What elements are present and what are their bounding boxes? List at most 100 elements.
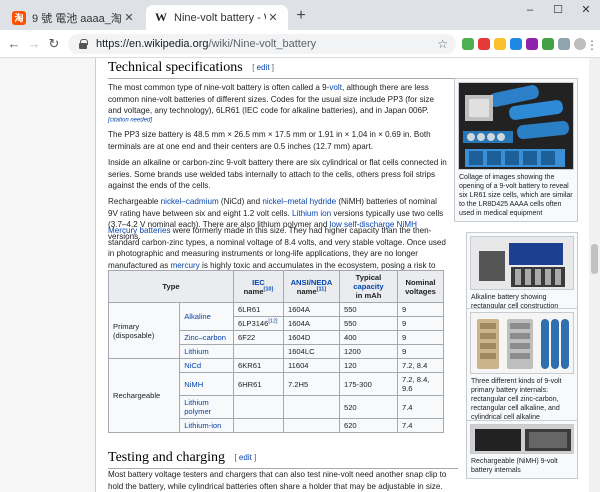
- tab-wikipedia[interactable]: W Nine-volt battery - Wikipedia ✕: [146, 5, 288, 30]
- back-icon[interactable]: ←: [6, 36, 22, 52]
- bookmark-star-icon[interactable]: ☆: [437, 37, 448, 51]
- text: Nominal: [405, 277, 436, 287]
- forward-icon[interactable]: →: [26, 36, 42, 52]
- chemistry-link[interactable]: NiCd: [179, 358, 234, 373]
- extension-icon[interactable]: [494, 38, 506, 50]
- new-tab-button[interactable]: +: [292, 7, 310, 25]
- voltage-cell: 9: [396, 344, 445, 359]
- tab-taobao[interactable]: 淘 9 號 電池 aaaa_淘宝搜索 ✕: [4, 5, 144, 30]
- capacity-cell: 175-300: [338, 372, 398, 396]
- capacity-link[interactable]: capacity: [353, 282, 383, 291]
- nimh-battery-image[interactable]: [470, 424, 574, 454]
- text: voltages: [405, 286, 436, 296]
- iec-cell: 6KR61: [232, 358, 284, 373]
- header-voltages: Nominal voltages: [396, 270, 445, 303]
- table-row: Rechargeable NiCd 6KR61 11604 120 7.2, 8…: [107, 358, 445, 433]
- text: The most common type of nine-volt batter…: [108, 83, 330, 92]
- table-header-row: Type IEC name[10] ANSI/NEDA name[11] Typic…: [108, 270, 445, 303]
- iec-cell: [232, 344, 284, 359]
- page-viewport: Technical specifications [ edit ] The mo…: [0, 58, 600, 492]
- text: name: [296, 286, 317, 296]
- chemistry-link[interactable]: NiMH: [179, 372, 234, 396]
- mercury-batteries-link[interactable]: Mercury batteries: [108, 226, 171, 235]
- section-heading: Testing and charging [ edit ]: [108, 450, 458, 469]
- minimize-button[interactable]: –: [516, 0, 544, 22]
- profile-avatar[interactable]: [574, 38, 586, 50]
- header-capacity: Typical capacity in mAh: [338, 270, 398, 303]
- citation-link[interactable]: [10]: [264, 286, 274, 292]
- tab-bar: 淘 9 號 電池 aaaa_淘宝搜索 ✕ W Nine-volt battery…: [0, 0, 600, 30]
- extension-icon[interactable]: [542, 38, 554, 50]
- maximize-button[interactable]: ☐: [544, 0, 572, 22]
- section-title: Testing and charging: [108, 450, 225, 465]
- citation-link[interactable]: [12]: [268, 318, 277, 325]
- chemistry-link[interactable]: Alkaline: [179, 302, 234, 331]
- browser-toolbar: ← → ↻ https://en.wikipedia.org/wiki/Nine…: [0, 30, 600, 58]
- url-host: https://en.wikipedia.org: [96, 38, 209, 50]
- chemistry-link[interactable]: Lithium-ion: [179, 418, 234, 433]
- capacity-cell: 400: [338, 330, 398, 345]
- section-edit-link: [ edit ]: [234, 453, 257, 463]
- citation-link[interactable]: [11]: [317, 286, 326, 292]
- thumbnail-caption: Collage of images showing the opening of…: [459, 174, 573, 217]
- iec-cell: 6LR61: [232, 302, 284, 317]
- header-ansi: ANSI/NEDA name[11]: [282, 270, 340, 303]
- voltage-cell: 7.2, 8.4: [396, 358, 445, 373]
- iec-cell: 6LP3146[12]: [232, 316, 284, 331]
- wikipedia-icon: W: [155, 10, 167, 24]
- ansi-cell: [282, 395, 340, 419]
- reload-icon[interactable]: ↻: [46, 36, 62, 52]
- paragraph: Inside an alkaline or carbon-zinc 9-volt…: [108, 158, 447, 190]
- paragraph: The PP3 size battery is 48.5 mm × 26.5 m…: [108, 130, 431, 151]
- group-cell: Rechargeable: [107, 358, 181, 433]
- thumbnail: Collage of images showing the opening of…: [454, 78, 578, 222]
- tab-title: Nine-volt battery - Wikipedia: [174, 11, 266, 24]
- nimh-link[interactable]: nickel–metal hydride: [262, 197, 336, 206]
- close-tab-icon[interactable]: ✕: [122, 11, 136, 24]
- thumbnail-caption: Three different kinds of 9-volt primary …: [471, 378, 562, 421]
- thumbnail: Alkaline battery showing rectangular cel…: [466, 232, 578, 315]
- extension-icon[interactable]: [558, 38, 570, 50]
- section-edit-link: [ edit ]: [252, 63, 274, 73]
- close-window-button[interactable]: ✕: [572, 0, 600, 22]
- ansi-cell: 7.2H5: [282, 372, 340, 396]
- mercury-link[interactable]: mercury: [171, 261, 200, 270]
- thumbnail: Three different kinds of 9-volt primary …: [466, 308, 578, 426]
- chemistry-link[interactable]: Lithium polymer: [179, 395, 234, 419]
- chemistry-link[interactable]: Zinc–carbon: [179, 330, 234, 345]
- iec-cell: 6HR61: [232, 372, 284, 396]
- edit-link[interactable]: edit: [257, 63, 270, 72]
- capacity-cell: 120: [338, 358, 398, 373]
- extension-icon[interactable]: [478, 38, 490, 50]
- extension-icon[interactable]: [462, 38, 474, 50]
- header-iec: IEC name[10]: [232, 270, 284, 303]
- nicd-link[interactable]: nickel–cadmium: [161, 197, 219, 206]
- iec-cell: [232, 418, 284, 433]
- extension-icon[interactable]: [526, 38, 538, 50]
- citation-needed-link[interactable]: [citation needed]: [108, 117, 152, 123]
- close-tab-icon[interactable]: ✕: [266, 11, 280, 24]
- alkaline-battery-graphic: [471, 237, 573, 289]
- volt-link[interactable]: volt: [329, 83, 342, 92]
- lithium-ion-link[interactable]: Lithium ion: [292, 209, 331, 218]
- edit-link[interactable]: edit: [239, 453, 252, 462]
- chemistry-link[interactable]: Lithium: [179, 344, 234, 359]
- section-heading: Technical specifications [ edit ]: [108, 60, 576, 79]
- text: name: [243, 286, 264, 296]
- menu-icon[interactable]: ⋮: [586, 38, 598, 52]
- alkaline-battery-image[interactable]: [470, 236, 574, 290]
- section-title: Technical specifications: [108, 60, 243, 75]
- url-path: /wiki/Nine-volt_battery: [208, 38, 317, 50]
- address-bar[interactable]: https://en.wikipedia.org/wiki/Nine-volt_…: [68, 34, 456, 54]
- battery-collage-image[interactable]: [458, 82, 574, 170]
- voltage-cell: 9: [396, 316, 445, 331]
- group-cell: Primary (disposable): [107, 302, 181, 359]
- voltage-cell: 7.2, 8.4, 9.6: [396, 372, 445, 396]
- scrollbar-thumb[interactable]: [591, 244, 598, 274]
- extension-icon[interactable]: [510, 38, 522, 50]
- battery-internals-image[interactable]: [470, 312, 574, 374]
- scrollbar[interactable]: [589, 58, 600, 492]
- capacity-cell: 550: [338, 302, 398, 317]
- ansi-cell: 1604A: [282, 316, 340, 331]
- capacity-cell: 620: [338, 418, 398, 433]
